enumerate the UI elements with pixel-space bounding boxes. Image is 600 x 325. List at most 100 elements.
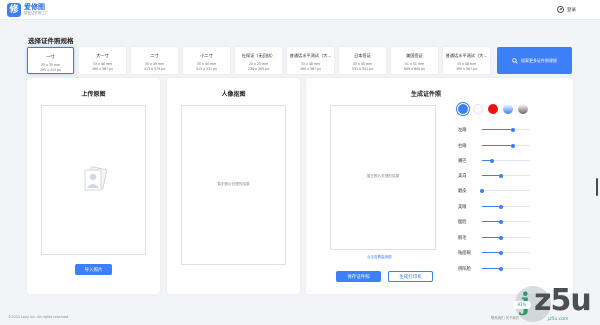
adjust-slider-mouth[interactable]: [482, 158, 530, 163]
spec-card-2[interactable]: 大一寸 33 x 48 mm 390 x 567 px: [79, 47, 126, 74]
login-label: 登录: [567, 7, 576, 13]
upload-dropzone[interactable]: [41, 105, 146, 255]
spec-name: 二寸: [150, 53, 159, 58]
slider-handle[interactable]: [489, 158, 494, 163]
spec-card-1[interactable]: 一寸 25 x 35 mm 295 x 413 px: [27, 47, 74, 74]
footer-copyright: ©2021 Lexy Inc. All rights reserved: [8, 315, 69, 319]
adjust-slider-whiten[interactable]: [482, 173, 530, 178]
adjust-label-feather: 鹅毛: [458, 236, 467, 241]
page-scrollbar[interactable]: [596, 178, 598, 196]
spec-pixels: 390 x 567 px: [299, 67, 321, 71]
spec-name: 小二寸: [200, 53, 213, 58]
app-logo-icon[interactable]: 修: [7, 3, 21, 17]
generate-placeholder-text: 暂无照片处理的结果: [366, 174, 400, 178]
spec-size: 35 x 49 mm: [144, 62, 165, 66]
spec-name: 一寸: [46, 54, 55, 59]
spec-size: 33 x 48 mm: [456, 62, 477, 66]
adjust-label-mouth: 嘴巴: [458, 159, 467, 164]
adjust-label-beauty-eye: 美眼: [458, 205, 467, 210]
spec-card-9[interactable]: 普通话水平测试（大... 33 x 48 mm 390 x 567 px: [443, 47, 490, 74]
spec-size: 25 x 35 mm: [40, 63, 61, 67]
adjust-label-slim-face: 瘦脸: [458, 220, 467, 225]
bg-color-gray-gradient[interactable]: [518, 104, 528, 114]
spec-card-7[interactable]: 日本签证 45 x 45 mm 531 x 531 px: [339, 47, 386, 74]
cutout-placeholder-text: 暂无照片处理的结果: [217, 182, 250, 186]
footer-links[interactable]: 联系我们 关于我们: [491, 315, 519, 320]
adjust-label-right-eye: 右眼: [458, 144, 467, 149]
slider-handle[interactable]: [499, 250, 504, 255]
slider-handle[interactable]: [499, 173, 504, 178]
adjust-slider-feather[interactable]: [482, 235, 530, 240]
spec-size: 51 x 51 mm: [404, 62, 425, 66]
spec-pixels: 531 x 531 px: [351, 67, 373, 71]
top-bar: 修 爱修图 智能证件照工厂 登录: [0, 0, 600, 20]
generate-panel-title: 生成证件照: [410, 91, 441, 98]
photo-placeholder-icon: [84, 166, 108, 191]
spec-name: 普通话水平测试（大...: [445, 53, 488, 58]
cutout-panel: 人像抠图 暂无照片处理的结果: [167, 78, 300, 294]
save-photo-button[interactable]: 保存证件照: [336, 271, 381, 282]
adjust-slider-slim-face[interactable]: [482, 219, 530, 224]
login-button[interactable]: 登录: [557, 6, 576, 13]
bg-color-blue[interactable]: [458, 104, 468, 114]
adjust-label-whiten: 美白: [458, 174, 467, 179]
spec-card-3[interactable]: 二寸 35 x 49 mm 413 x 579 px: [131, 47, 178, 74]
watermark-url: jz5u.com: [548, 317, 569, 322]
watermark-badge: 91%: [513, 301, 531, 309]
slider-handle[interactable]: [499, 219, 504, 224]
slider-fill: [482, 129, 514, 130]
adjust-slider-yin-yang-face[interactable]: [482, 266, 530, 271]
search-more-specs-button[interactable]: 搜索更多证件照规格: [497, 47, 572, 74]
spec-name: 普通话水平测试（大...: [289, 53, 332, 58]
spec-size: 35 x 45 mm: [196, 62, 217, 66]
cutout-panel-title: 人像抠图: [221, 91, 246, 98]
slider-handle[interactable]: [499, 235, 504, 240]
search-icon: [512, 57, 518, 64]
generated-photo-area: 暂无照片处理的结果: [330, 105, 436, 250]
view-hd-link[interactable]: 点击查看高清图: [367, 255, 392, 260]
spec-list: 一寸 25 x 35 mm 295 x 413 px 大一寸 33 x 48 m…: [27, 47, 572, 74]
spec-pixels: 236 x 295 px: [247, 67, 269, 71]
adjust-label-yin-yang-face: 阴阳脸: [458, 267, 471, 272]
spec-pixels: 295 x 413 px: [39, 68, 61, 72]
slider-handle[interactable]: [511, 143, 516, 148]
bg-color-red[interactable]: [488, 104, 498, 114]
adjust-slider-face-eye[interactable]: [482, 250, 530, 255]
bg-color-blue-gradient[interactable]: [503, 104, 513, 114]
adjust-slider-right-eye[interactable]: [482, 143, 530, 148]
print-layout-button[interactable]: 生成打印机: [388, 271, 433, 282]
slider-handle[interactable]: [480, 188, 484, 193]
spec-name: 美国签证: [406, 53, 423, 58]
spec-card-5[interactable]: 社保证（无回执） 20 x 25 mm 236 x 295 px: [235, 47, 282, 74]
spec-name: 日本签证: [354, 53, 371, 58]
adjust-label-left-eye: 左眼: [458, 128, 467, 133]
slider-handle[interactable]: [499, 266, 504, 271]
spec-card-6[interactable]: 普通话水平测试（大... 33 x 48 mm 390 x 567 px: [287, 47, 334, 74]
generate-panel: 生成证件照 暂无照片处理的结果 点击查看高清图 保存证件照 生成打印机: [306, 78, 573, 294]
section-title: 选择证件照规格: [28, 37, 74, 45]
adjust-slider-left-eye[interactable]: [482, 127, 530, 132]
adjust-slider-beauty-eye[interactable]: [482, 204, 530, 209]
user-avatar-icon: [557, 6, 564, 13]
spec-size: 33 x 48 mm: [92, 62, 113, 66]
spec-card-4[interactable]: 小二寸 35 x 45 mm 413 x 531 px: [183, 47, 230, 74]
spec-pixels: 390 x 567 px: [91, 67, 113, 71]
upload-panel-title: 上传原图: [81, 91, 106, 98]
import-photo-button[interactable]: 导入照片: [75, 264, 112, 275]
upload-panel: 上传原图 导入照片: [27, 78, 160, 294]
slider-fill: [482, 145, 514, 146]
slider-handle[interactable]: [511, 127, 516, 132]
bg-color-white[interactable]: [473, 104, 483, 114]
adjust-slider-smooth[interactable]: [480, 188, 530, 193]
slider-handle[interactable]: [499, 204, 504, 209]
spec-name: 社保证（无回执）: [241, 53, 276, 58]
watermark-logo-text: z5u: [534, 283, 592, 318]
spec-size: 45 x 45 mm: [352, 62, 373, 66]
spec-card-8[interactable]: 美国签证 51 x 51 mm 600 x 600 px: [391, 47, 438, 74]
spec-name: 大一寸: [96, 53, 109, 58]
spec-pixels: 600 x 600 px: [403, 67, 425, 71]
adjust-label-face-eye: 陆面眼: [458, 251, 471, 256]
spec-size: 33 x 48 mm: [300, 62, 321, 66]
spec-pixels: 413 x 531 px: [195, 67, 217, 71]
search-more-label: 搜索更多证件照规格: [521, 57, 557, 63]
